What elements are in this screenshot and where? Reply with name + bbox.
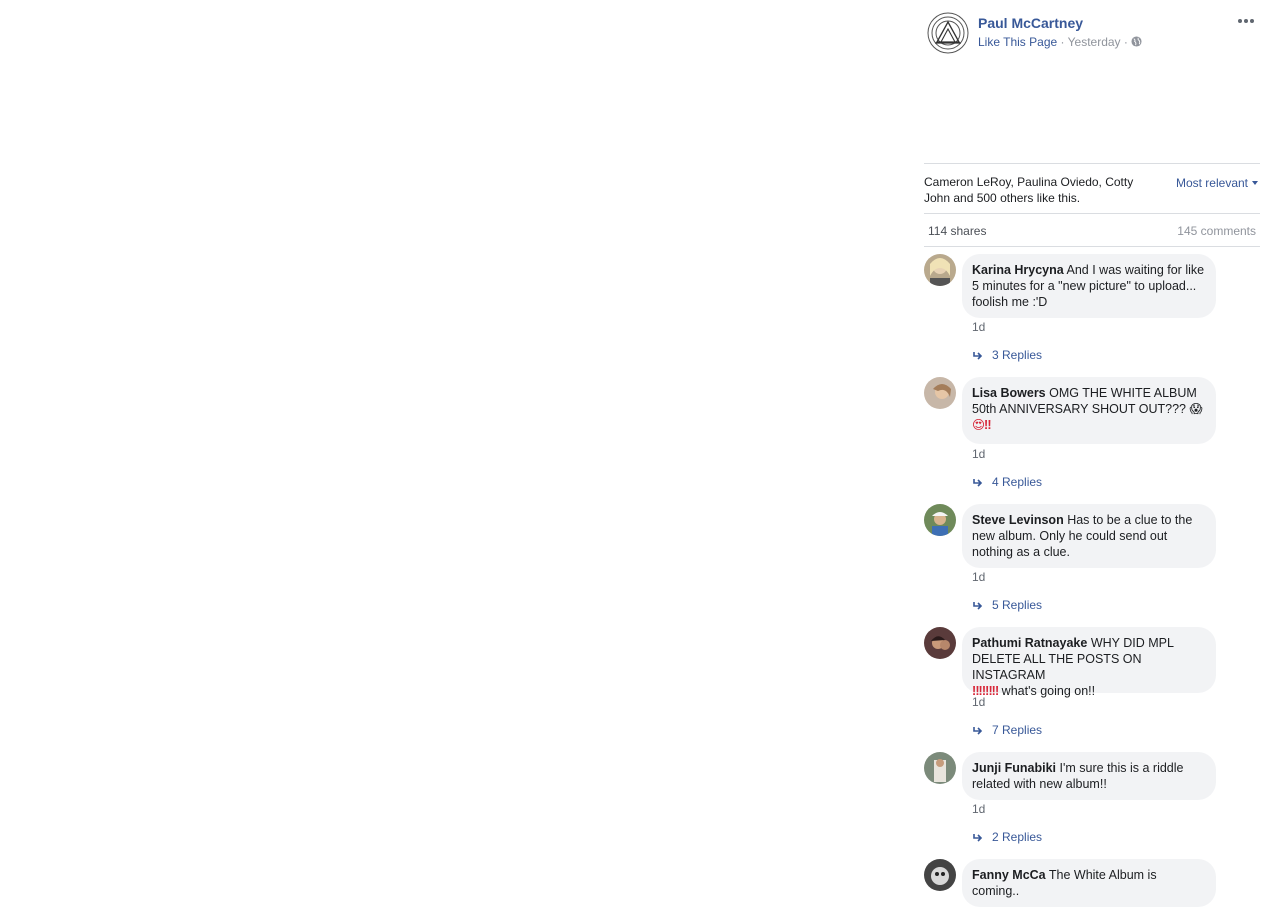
comment-avatar[interactable] [924, 859, 956, 891]
comment-item: Junji Funabiki I'm sure this is a riddle… [924, 752, 1260, 852]
replies-count: 5 Replies [992, 598, 1043, 612]
view-replies-link[interactable]: 4 Replies [972, 475, 1042, 489]
view-replies-link[interactable]: 2 Replies [972, 830, 1042, 844]
replies-count: 3 Replies [992, 348, 1043, 362]
page-avatar[interactable] [927, 12, 969, 54]
comment-bubble: Lisa Bowers OMG THE WHITE ALBUM 50th ANN… [962, 377, 1216, 444]
globe-icon[interactable] [1131, 36, 1142, 47]
reply-arrow-icon [973, 834, 983, 842]
comment-time[interactable]: 1d [972, 802, 985, 816]
comment-avatar[interactable] [924, 752, 956, 784]
post-image-area [0, 0, 908, 910]
replies-count: 4 Replies [992, 475, 1043, 489]
comment-bubble: Steve Levinson Has to be a clue to the n… [962, 504, 1216, 568]
replies-count: 7 Replies [992, 723, 1043, 737]
comment-author[interactable]: Lisa Bowers [972, 386, 1046, 400]
comment-author[interactable]: Steve Levinson [972, 513, 1064, 527]
comment-bubble: Karina Hrycyna And I was waiting for lik… [962, 254, 1216, 318]
comment-time[interactable]: 1d [972, 320, 985, 334]
meta-separator-2: · [1120, 35, 1132, 49]
post-meta: Like This Page · Yesterday · [978, 35, 1142, 49]
chevron-down-icon [1252, 181, 1258, 185]
meta-separator: · [1057, 35, 1068, 49]
comment-bubble: Pathumi Ratnayake WHY DID MPL DELETE ALL… [962, 627, 1216, 698]
comment-time[interactable]: 1d [972, 447, 985, 461]
comments-count[interactable]: 145 comments [1177, 224, 1256, 238]
more-options-icon[interactable] [1236, 14, 1256, 28]
comment-text-tail: what's going on!! [998, 684, 1096, 698]
reply-arrow-icon [973, 352, 983, 360]
comment-item: Pathumi Ratnayake WHY DID MPL DELETE ALL… [924, 627, 1260, 742]
shares-count[interactable]: 114 shares [928, 224, 986, 238]
comment-item: Steve Levinson Has to be a clue to the n… [924, 504, 1260, 614]
comment-avatar[interactable] [924, 627, 956, 659]
comment-avatar[interactable] [924, 504, 956, 536]
comment-emoji: 😍‼ [972, 418, 992, 432]
comment-author[interactable]: Karina Hrycyna [972, 263, 1064, 277]
comment-author[interactable]: Fanny McCa [972, 868, 1046, 882]
comment-author[interactable]: Pathumi Ratnayake [972, 636, 1087, 650]
reply-arrow-icon [973, 479, 983, 487]
sort-dropdown[interactable]: Most relevant [1176, 175, 1258, 191]
post-header: Paul McCartney Like This Page · Yesterda… [924, 0, 1260, 164]
comment-avatar[interactable] [924, 377, 956, 409]
like-page-link[interactable]: Like This Page [978, 35, 1057, 49]
comment-item: Fanny McCa The White Album is coming.. [924, 859, 1260, 910]
reply-arrow-icon [973, 727, 983, 735]
counts-row: 114 shares 145 comments [924, 214, 1260, 247]
replies-count: 2 Replies [992, 830, 1043, 844]
comment-bubble: Junji Funabiki I'm sure this is a riddle… [962, 752, 1216, 800]
comment-author[interactable]: Junji Funabiki [972, 761, 1056, 775]
comment-avatar[interactable] [924, 254, 956, 286]
comment-time[interactable]: 1d [972, 570, 985, 584]
comment-bubble: Fanny McCa The White Album is coming.. [962, 859, 1216, 907]
view-replies-link[interactable]: 7 Replies [972, 723, 1042, 737]
view-replies-link[interactable]: 3 Replies [972, 348, 1042, 362]
post-time[interactable]: Yesterday [1068, 35, 1121, 49]
comment-item: Karina Hrycyna And I was waiting for lik… [924, 254, 1260, 369]
likes-summary-row: Cameron LeRoy, Paulina Oviedo, Cotty Joh… [924, 164, 1260, 214]
reply-arrow-icon [973, 602, 983, 610]
page-name-link[interactable]: Paul McCartney [978, 15, 1083, 31]
likes-summary[interactable]: Cameron LeRoy, Paulina Oviedo, Cotty Joh… [924, 174, 1154, 206]
comment-time[interactable]: 1d [972, 695, 985, 709]
post-sidebar: Paul McCartney Like This Page · Yesterda… [924, 0, 1260, 910]
view-replies-link[interactable]: 5 Replies [972, 598, 1042, 612]
sort-label: Most relevant [1175, 176, 1248, 190]
comment-item: Lisa Bowers OMG THE WHITE ALBUM 50th ANN… [924, 377, 1260, 492]
